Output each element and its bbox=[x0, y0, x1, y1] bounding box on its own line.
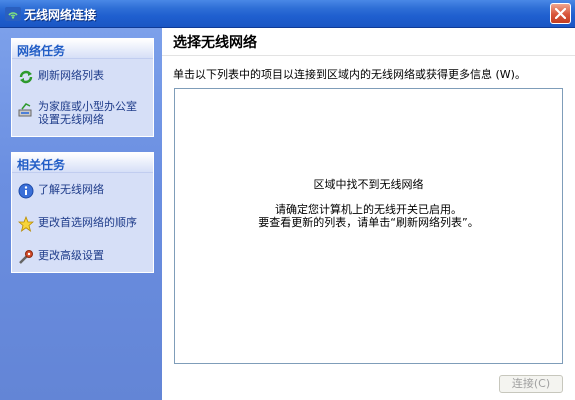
refresh-icon bbox=[18, 69, 34, 85]
settings-icon bbox=[18, 249, 34, 265]
wireless-network-list[interactable]: 区域中找不到无线网络 请确定您计算机上的无线开关已启用。 要查看更新的列表，请单… bbox=[174, 88, 563, 364]
connect-button[interactable]: 连接(C) bbox=[499, 375, 563, 393]
advanced-settings-link[interactable]: 更改高级设置 bbox=[12, 235, 153, 268]
title-divider bbox=[162, 55, 575, 56]
refresh-network-list-label: 刷新网络列表 bbox=[38, 69, 104, 82]
refresh-hint-message: 要查看更新的列表，请单击“刷新网络列表”。 bbox=[258, 216, 479, 229]
network-tasks-group: 网络任务 刷新网络列表 为家庭或小型办公室设置无线网络 bbox=[11, 38, 154, 137]
wireless-network-icon bbox=[5, 7, 21, 21]
title-bar[interactable]: 无线网络连接 bbox=[0, 0, 575, 28]
network-tasks-header: 网络任务 bbox=[12, 39, 153, 59]
instructions-text: 单击以下列表中的项目以连接到区域内的无线网络或获得更多信息 (W)。 bbox=[173, 68, 526, 81]
main-pane: 选择无线网络 单击以下列表中的项目以连接到区域内的无线网络或获得更多信息 (W)… bbox=[162, 28, 575, 400]
related-tasks-header: 相关任务 bbox=[12, 153, 153, 173]
no-networks-message: 区域中找不到无线网络 bbox=[313, 178, 424, 191]
learn-wireless-link[interactable]: 了解无线网络 bbox=[12, 177, 153, 202]
task-pane: 网络任务 刷新网络列表 为家庭或小型办公室设置无线网络 相关任务 了解无线网络 … bbox=[0, 28, 162, 400]
wireless-connection-window: 无线网络连接 网络任务 刷新网络列表 为家庭或小型办公室设置无线网络 相关任务 … bbox=[0, 0, 575, 400]
close-button[interactable] bbox=[550, 3, 571, 24]
page-title: 选择无线网络 bbox=[173, 35, 257, 51]
change-network-order-label: 更改首选网络的顺序 bbox=[38, 216, 137, 229]
network-setup-icon bbox=[18, 102, 34, 118]
star-icon bbox=[17, 215, 35, 232]
change-network-order-link[interactable]: 更改首选网络的顺序 bbox=[12, 202, 153, 235]
refresh-network-list-link[interactable]: 刷新网络列表 bbox=[12, 63, 153, 88]
setup-wireless-network-label: 为家庭或小型办公室设置无线网络 bbox=[38, 100, 137, 126]
close-icon bbox=[555, 8, 566, 19]
learn-wireless-label: 了解无线网络 bbox=[38, 183, 104, 196]
advanced-settings-label: 更改高级设置 bbox=[38, 249, 104, 262]
window-title: 无线网络连接 bbox=[24, 8, 97, 22]
info-icon bbox=[18, 183, 34, 199]
setup-wireless-network-link[interactable]: 为家庭或小型办公室设置无线网络 bbox=[12, 88, 153, 132]
related-tasks-group: 相关任务 了解无线网络 更改首选网络的顺序 更改高级设置 bbox=[11, 152, 154, 273]
